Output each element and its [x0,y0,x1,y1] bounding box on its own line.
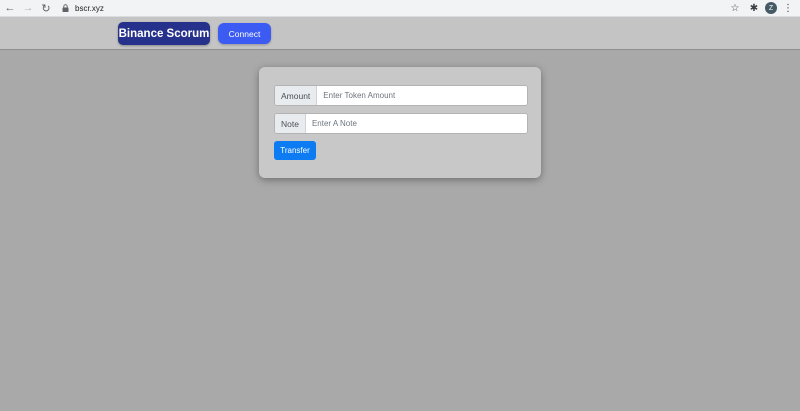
reload-icon[interactable]: ↻ [38,0,54,16]
address-bar[interactable]: bscr.xyz [62,1,104,15]
amount-label: Amount [275,86,318,105]
profile-avatar[interactable]: Z [765,2,777,14]
connect-button[interactable]: Connect [218,23,271,44]
url-text: bscr.xyz [75,3,104,13]
note-label: Note [275,114,306,133]
note-input-group: Note [274,113,528,134]
note-input[interactable] [305,114,527,133]
transfer-button[interactable]: Transfer [274,141,316,160]
forward-icon[interactable]: → [20,0,36,16]
transfer-card: Amount Note Transfer [259,67,541,178]
more-menu-icon[interactable]: ⋮ [780,0,796,16]
brand-logo[interactable]: Binance Scorum [118,22,210,45]
amount-input[interactable] [317,86,527,105]
lock-icon [62,4,69,12]
back-icon[interactable]: ← [2,0,18,16]
star-icon[interactable]: ☆ [727,0,743,16]
browser-toolbar: ← → ↻ bscr.xyz ☆ ✱ Z ⋮ [0,0,800,17]
extensions-icon[interactable]: ✱ [746,0,762,16]
app-header: Binance Scorum Connect [0,17,800,50]
amount-input-group: Amount [274,85,528,106]
